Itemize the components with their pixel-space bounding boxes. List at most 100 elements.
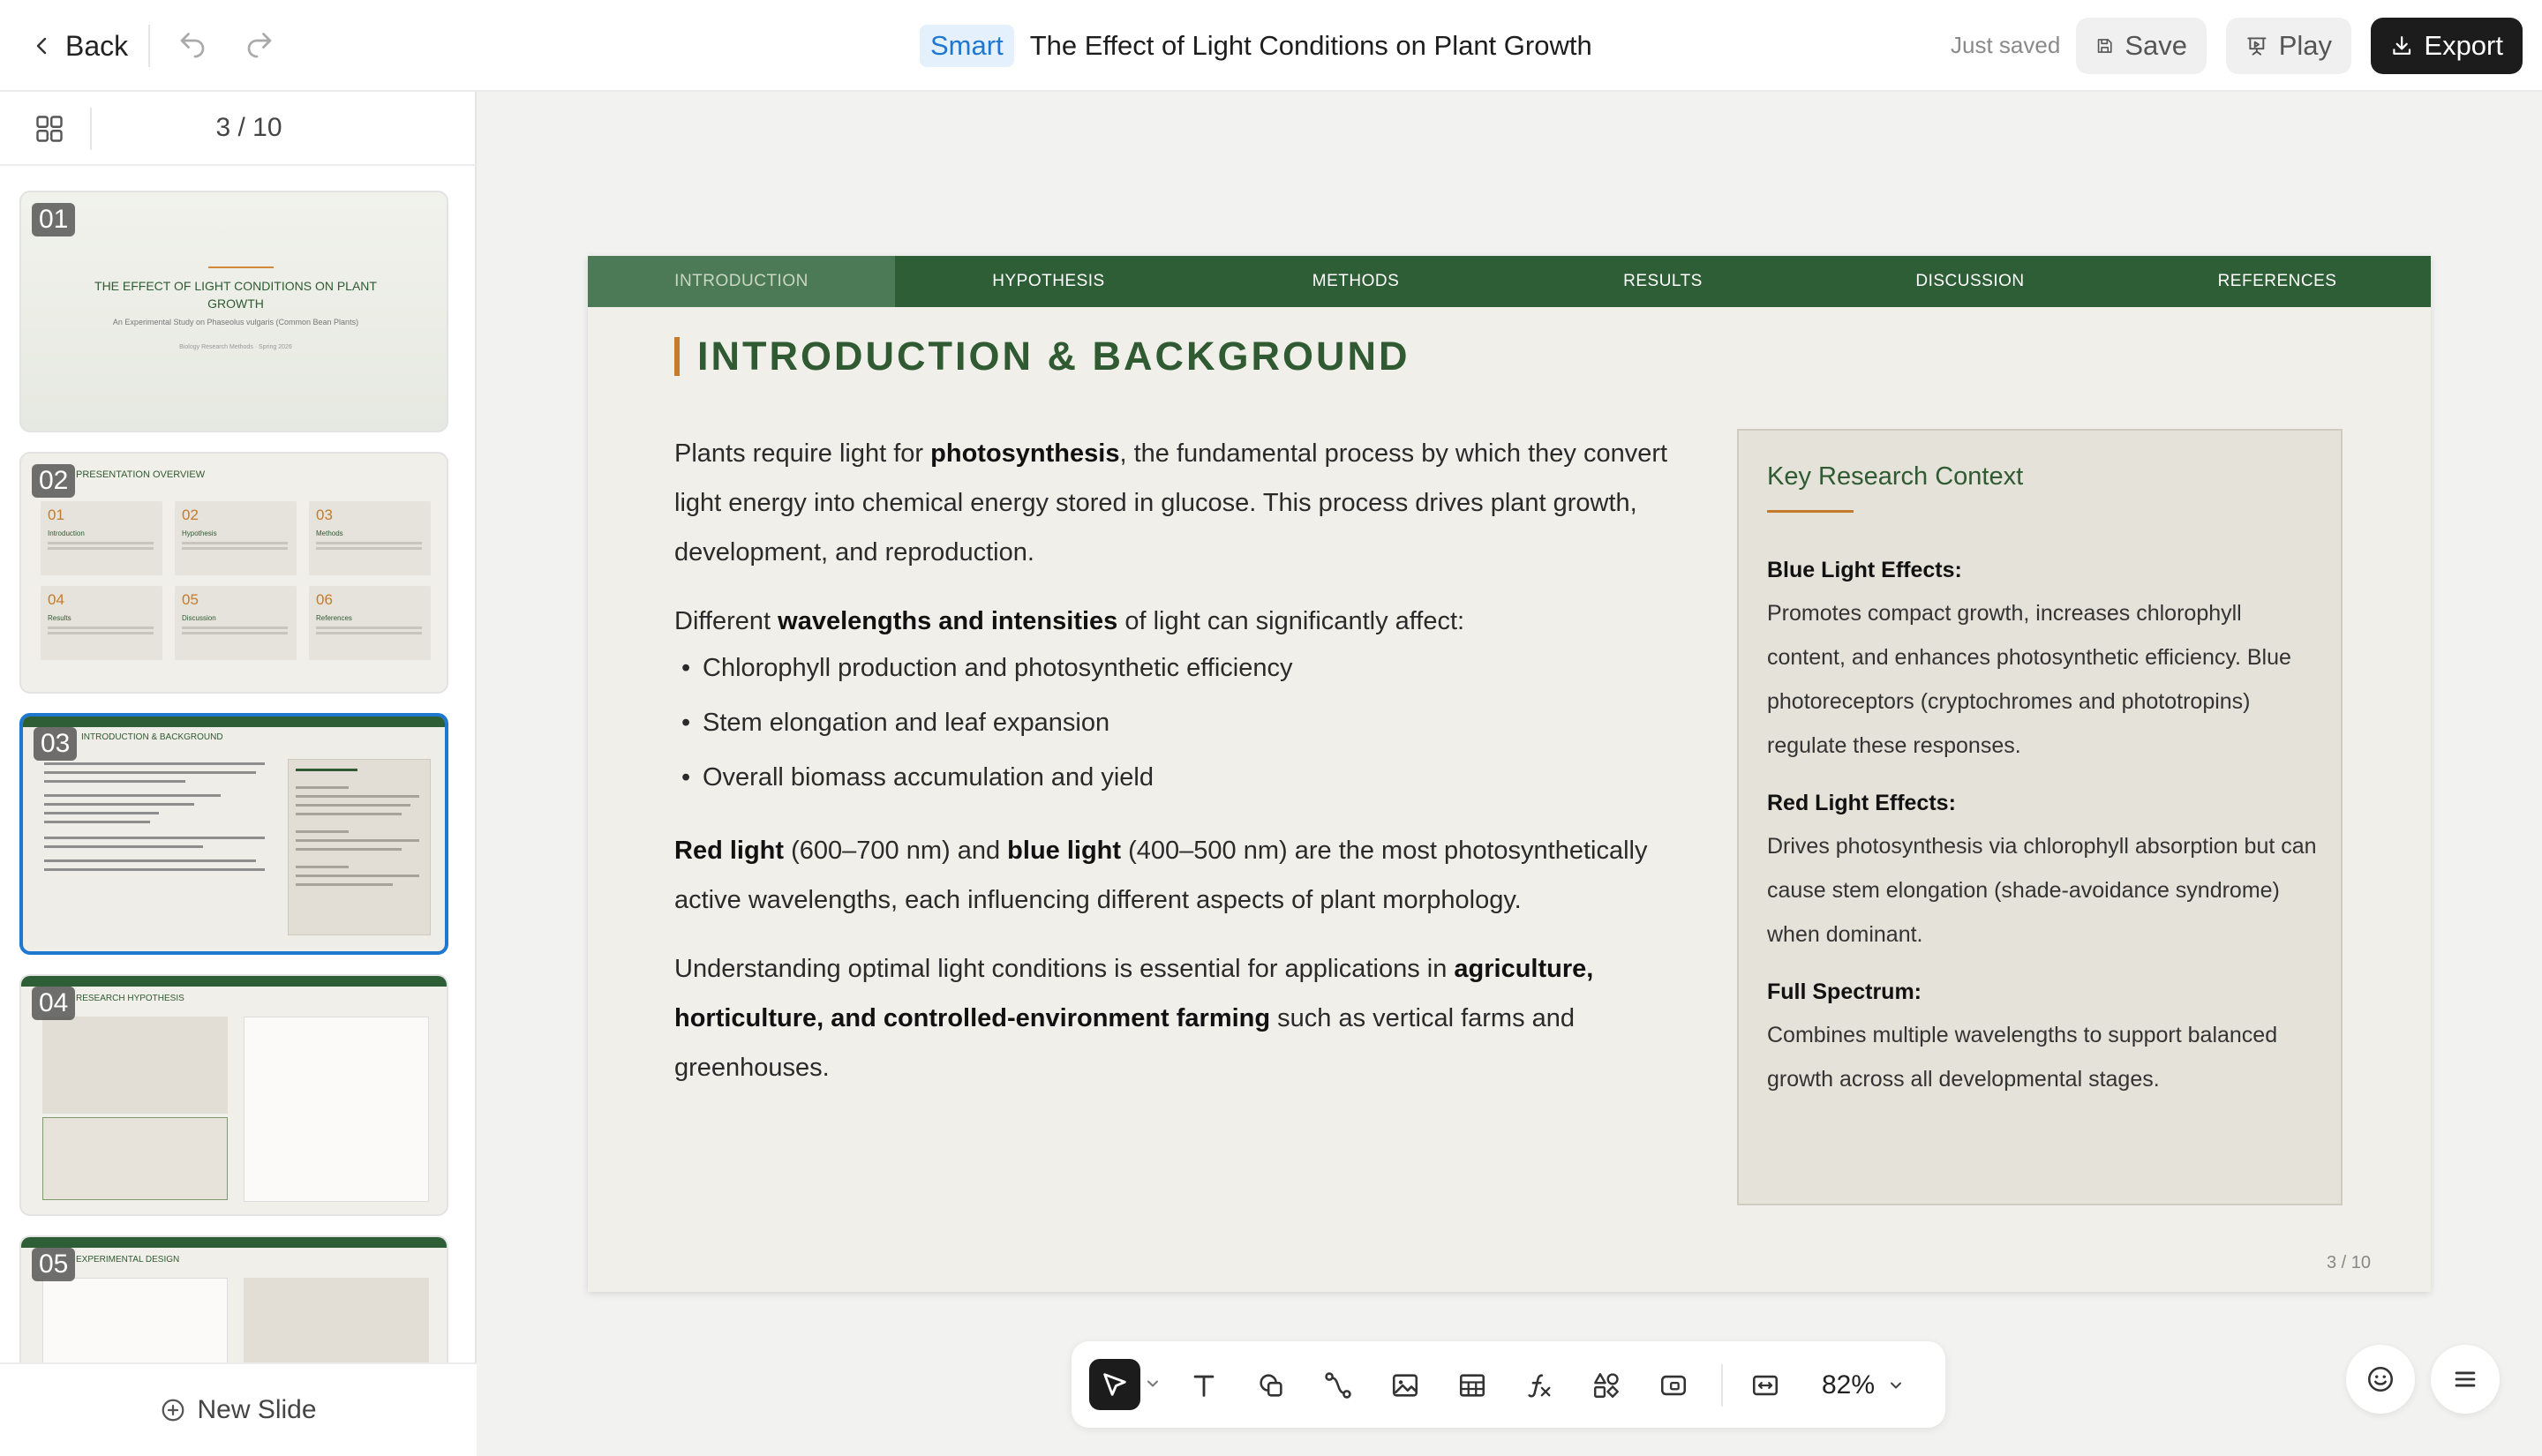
thumbnail-subtitle: An Experimental Study on Phaseolus vulga… [112, 318, 359, 326]
slide-thumbnail-4[interactable]: 04 RESEARCH HYPOTHESIS [19, 974, 448, 1216]
text-line [44, 794, 221, 797]
shape-tool-button[interactable] [1246, 1361, 1296, 1410]
fit-tool-button[interactable] [1741, 1361, 1790, 1410]
back-button[interactable]: Back [32, 26, 128, 65]
save-status: Just saved [1951, 32, 2061, 58]
slide-tab-methods[interactable]: METHODS [1202, 256, 1509, 307]
slide-tab-references[interactable]: REFERENCES [2124, 256, 2431, 307]
zoom-dropdown[interactable]: 82% [1822, 1361, 1905, 1410]
select-tool-button[interactable] [1089, 1359, 1140, 1410]
slide-page-number: 3 / 10 [2327, 1253, 2372, 1272]
presentation-icon [2247, 37, 2267, 56]
slide-tab-introduction[interactable]: INTRODUCTION [588, 256, 895, 307]
play-button[interactable]: Play [2226, 18, 2351, 74]
cell-number: 06 [316, 591, 333, 608]
slide-number-badge: 03 [34, 727, 78, 761]
controlled-variables-box-preview [244, 1278, 429, 1366]
chevron-left-icon [36, 37, 47, 55]
chevron-down-icon[interactable] [1144, 1375, 1162, 1392]
hypothesis-box-preview [42, 1017, 228, 1114]
slide-thumbnail-list[interactable]: 01 THE EFFECT OF LIGHT CONDITIONS ON PLA… [0, 166, 477, 1366]
connector-tool-button[interactable] [1313, 1361, 1363, 1410]
cell-number: 03 [316, 507, 333, 523]
paragraph-red-blue: Red light (600–700 nm) and blue light (4… [674, 826, 1716, 925]
grid-view-icon[interactable] [34, 113, 65, 145]
slide-tab-discussion[interactable]: DISCUSSION [1816, 256, 2124, 307]
table-tool-button[interactable] [1448, 1361, 1497, 1410]
context-body: Blue Light Effects: Promotes compact gro… [1767, 549, 2320, 1115]
text-line [44, 762, 265, 765]
key-research-context-box[interactable]: Key Research Context Blue Light Effects:… [1737, 429, 2343, 1205]
text-line [44, 859, 256, 862]
red-light-heading: Red Light Effects: [1767, 791, 1956, 815]
save-button[interactable]: Save [2076, 18, 2207, 74]
slide-tab-hypothesis[interactable]: HYPOTHESIS [895, 256, 1202, 307]
paragraph-wavelengths: Different wavelengths and intensities of… [674, 597, 1716, 646]
text-line [296, 848, 402, 851]
cell-label: Discussion [182, 614, 216, 622]
slide-nav-bar: INTRODUCTION HYPOTHESIS METHODS RESULTS … [588, 256, 2431, 307]
thumbnail-title: EXPERIMENTAL DESIGN [76, 1255, 180, 1265]
slide-heading[interactable]: INTRODUCTION & BACKGROUND [697, 334, 1410, 379]
smart-badge[interactable]: Smart [920, 25, 1014, 67]
effects-list: Chlorophyll production and photosyntheti… [674, 641, 1716, 805]
accent-line [208, 266, 274, 268]
slide-thumbnail-5[interactable]: 05 EXPERIMENTAL DESIGN [19, 1235, 448, 1366]
text-run-bold: wavelengths and intensities [778, 607, 1118, 635]
components-tool-button[interactable] [1582, 1361, 1631, 1410]
media-tool-button[interactable] [1649, 1361, 1698, 1410]
paragraph-intro: Plants require light for photosynthesis,… [674, 429, 1716, 577]
overview-cell: 03 Methods [309, 501, 431, 575]
feedback-button[interactable] [2346, 1345, 2415, 1414]
thumbnail-title: INTRODUCTION & BACKGROUND [81, 732, 223, 742]
cell-number: 05 [182, 591, 199, 608]
document-title[interactable]: The Effect of Light Conditions on Plant … [1030, 30, 1592, 62]
slide-thumbnail-1[interactable]: 01 THE EFFECT OF LIGHT CONDITIONS ON PLA… [19, 191, 448, 432]
text-line [44, 837, 265, 839]
text-line [296, 830, 349, 833]
thumbnail-meta: Biology Research Methods · Spring 2026 [179, 344, 292, 350]
title-area: Smart The Effect of Light Conditions on … [920, 23, 1592, 69]
cell-number: 04 [48, 591, 64, 608]
paragraph-applications: Understanding optimal light conditions i… [674, 944, 1716, 1092]
slides-panel: 3 / 10 01 THE EFFECT OF LIGHT CONDITIONS… [0, 92, 477, 1456]
slide-tab-results[interactable]: RESULTS [1509, 256, 1816, 307]
cell-text [316, 627, 422, 629]
image-tool-button[interactable] [1380, 1361, 1430, 1410]
cell-text [316, 542, 422, 544]
export-button[interactable]: Export [2371, 18, 2523, 74]
download-icon [2393, 36, 2411, 55]
slide-canvas[interactable]: INTRODUCTION HYPOTHESIS METHODS RESULTS … [588, 256, 2431, 1292]
redo-button[interactable] [240, 26, 279, 65]
zoom-level: 82% [1822, 1370, 1876, 1400]
overview-cell: 01 Introduction [41, 501, 162, 575]
menu-button[interactable] [2431, 1345, 2500, 1414]
slide-body-text[interactable]: Plants require light for photosynthesis,… [674, 429, 1716, 1112]
text-icon [1193, 1375, 1215, 1397]
formula-tool-button[interactable] [1515, 1361, 1564, 1410]
components-icon [1594, 1373, 1619, 1398]
slide-number-badge: 01 [32, 203, 76, 236]
text-run: (600–700 nm) and [784, 837, 1008, 865]
divider [1721, 1364, 1723, 1407]
new-slide-button[interactable]: New Slide [0, 1362, 477, 1456]
slide-thumbnail-3[interactable]: 03 INTRODUCTION & BACKGROUND [19, 713, 448, 955]
table-icon [1459, 1374, 1485, 1397]
fit-width-icon [1752, 1375, 1779, 1396]
text-line [44, 868, 265, 871]
cell-text [48, 627, 154, 629]
text-run: Plants require light for [674, 439, 931, 468]
blue-light-text: Promotes compact growth, increases chlor… [1767, 601, 2291, 758]
text-tool-button[interactable] [1179, 1361, 1229, 1410]
cell-label: Results [48, 614, 71, 622]
top-bar: Back Smart The Effect of Light Condition… [0, 0, 2542, 92]
menu-icon [2455, 1371, 2476, 1387]
undo-button[interactable] [173, 26, 212, 65]
context-title-underline [1767, 510, 1854, 513]
text-line [296, 804, 410, 807]
text-run-bold: blue light [1007, 837, 1122, 865]
blue-light-heading: Blue Light Effects: [1767, 558, 1962, 582]
slide-thumbnail-2[interactable]: 02 PRESENTATION OVERVIEW 01 Introduction … [19, 452, 448, 694]
context-title: Key Research Context [1767, 462, 2024, 491]
cell-label: Introduction [48, 529, 85, 537]
